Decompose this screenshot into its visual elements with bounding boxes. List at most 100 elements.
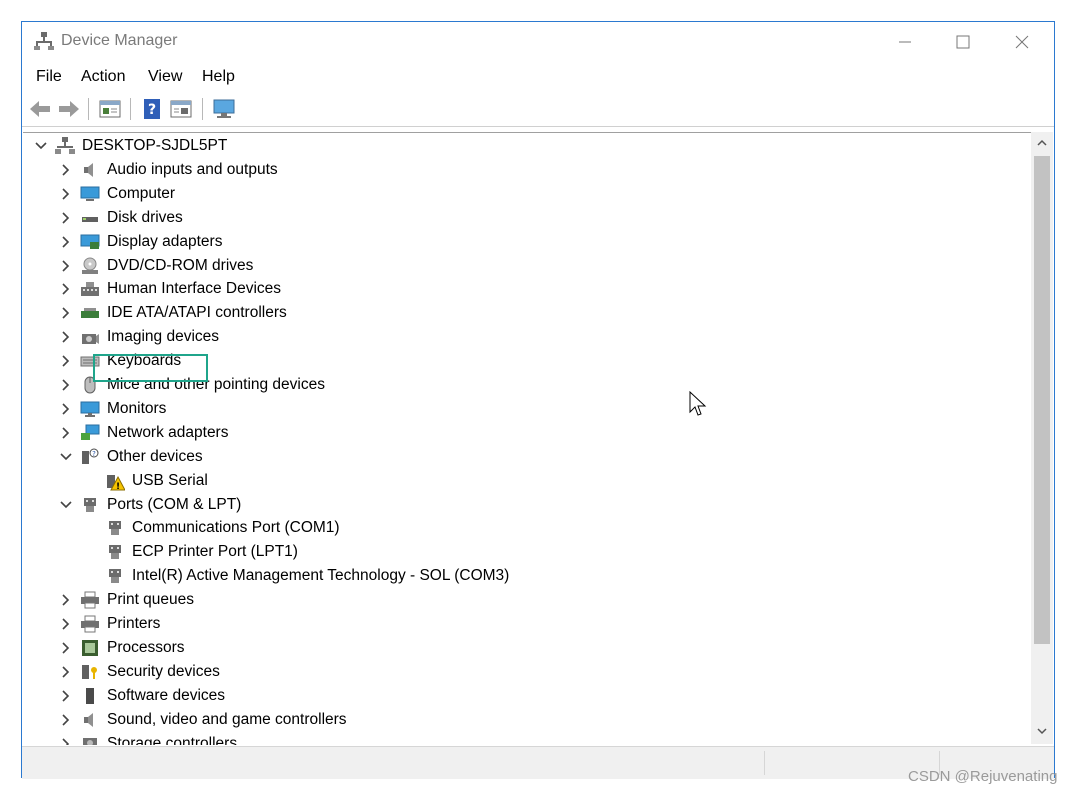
tree-row[interactable]: Imaging devices [23,325,1023,349]
collapsed-chevron-icon[interactable] [59,665,73,679]
device-manager-app-icon [34,32,54,50]
tree-row[interactable]: Monitors [23,397,1023,421]
tree-row[interactable]: Printers [23,612,1023,636]
printer-icon [81,591,99,609]
collapsed-chevron-icon[interactable] [59,617,73,631]
display-adapter-icon [80,234,100,249]
menu-help[interactable]: Help [202,68,235,86]
back-arrow-icon[interactable] [28,98,52,120]
tree-row-label: IDE ATA/ATAPI controllers [107,304,287,322]
collapsed-chevron-icon[interactable] [59,235,73,249]
tree-row[interactable]: Audio inputs and outputs [23,158,1023,182]
collapsed-chevron-icon[interactable] [59,282,73,296]
tree-row[interactable]: Ports (COM & LPT) [23,493,1023,517]
collapsed-chevron-icon[interactable] [59,306,73,320]
monitor-icon[interactable] [212,98,236,120]
tree-row-label: Network adapters [107,423,229,441]
menu-bar: File Action View Help [22,62,1054,90]
collapsed-chevron-icon[interactable] [59,330,73,344]
tree-row[interactable]: Processors [23,636,1023,660]
menu-view[interactable]: View [148,68,182,86]
tree-row[interactable]: ECP Printer Port (LPT1) [23,540,1023,564]
watermark: CSDN @Rejuvenating [908,768,1058,785]
tree-row[interactable]: IDE ATA/ATAPI controllers [23,301,1023,325]
collapsed-chevron-icon[interactable] [59,593,73,607]
update-icon[interactable] [169,98,193,120]
tree-row[interactable]: Display adapters [23,230,1023,254]
maximize-button[interactable] [934,22,992,62]
storage-icon [83,737,97,745]
port-icon [84,497,96,512]
expanded-chevron-icon[interactable] [59,450,73,464]
collapsed-chevron-icon[interactable] [59,187,73,201]
tree-row[interactable]: DVD/CD-ROM drives [23,254,1023,278]
tree-row[interactable]: DESKTOP-SJDL5PT [23,134,1023,158]
close-button[interactable] [993,22,1051,62]
title-bar[interactable]: Device Manager [22,22,1054,62]
minimize-icon [899,41,911,43]
tree-row-label: DVD/CD-ROM drives [107,256,254,274]
collapsed-chevron-icon[interactable] [59,641,73,655]
collapsed-chevron-icon[interactable] [59,713,73,727]
tree-row[interactable]: Security devices [23,660,1023,684]
mouse-cursor-icon [689,391,707,416]
security-icon [82,664,97,679]
tree-row-label: Disk drives [107,208,183,226]
scroll-up-icon[interactable] [1036,138,1048,148]
tree-row-label: Human Interface Devices [107,280,282,298]
properties-icon[interactable] [98,98,122,120]
pc-icon [55,137,75,154]
scrollbar-thumb[interactable] [1034,156,1050,644]
collapsed-chevron-icon[interactable] [59,211,73,225]
collapsed-chevron-icon[interactable] [59,402,73,416]
computer-icon [80,186,100,201]
help-icon[interactable]: ? [140,98,164,120]
tree-row[interactable]: Computer [23,182,1023,206]
highlight-box [93,354,208,382]
menu-action[interactable]: Action [81,68,125,86]
svg-text:?: ? [148,102,156,118]
warning-device-icon: ! [107,474,125,491]
port-icon [109,569,121,584]
tree-row[interactable]: Communications Port (COM1) [23,516,1023,540]
processor-icon [82,639,98,656]
collapsed-chevron-icon[interactable] [59,426,73,440]
tree-row-label: Audio inputs and outputs [107,160,278,178]
tree-row[interactable]: Storage controllers [23,732,1023,746]
tree-row-label: Display adapters [107,232,223,250]
tree-row-label: USB Serial [132,471,208,489]
tree-row[interactable]: Human Interface Devices [23,277,1023,301]
tree-row[interactable]: ! USB Serial [23,469,1023,493]
dvd-icon [82,257,98,274]
tree-row[interactable]: Print queues [23,588,1023,612]
monitor-icon [80,401,100,417]
forward-arrow-icon[interactable] [57,98,81,120]
vertical-scrollbar[interactable] [1031,132,1053,744]
collapsed-chevron-icon[interactable] [59,163,73,177]
scroll-down-icon[interactable] [1036,726,1048,736]
port-icon [109,545,121,560]
other-devices-icon: ? [82,448,99,464]
tree-row[interactable]: Network adapters [23,421,1023,445]
maximize-icon [956,35,970,49]
collapsed-chevron-icon[interactable] [59,354,73,368]
expanded-chevron-icon[interactable] [59,498,73,512]
software-icon [86,687,94,704]
tree-row[interactable]: Sound, video and game controllers [23,708,1023,732]
device-tree[interactable]: DESKTOP-SJDL5PT Audio inputs and outputs C… [23,132,1031,745]
expanded-chevron-icon[interactable] [34,139,48,153]
minimize-button[interactable] [876,22,934,62]
collapsed-chevron-icon[interactable] [59,737,73,746]
collapsed-chevron-icon[interactable] [59,259,73,273]
tree-row[interactable]: Software devices [23,684,1023,708]
port-icon [109,521,121,536]
tree-row-label: Print queues [107,591,195,609]
tree-row[interactable]: Disk drives [23,206,1023,230]
tree-row[interactable]: ? Other devices [23,445,1023,469]
collapsed-chevron-icon[interactable] [59,378,73,392]
tree-row[interactable]: Intel(R) Active Management Technology - … [23,564,1023,588]
speaker-icon [84,162,93,177]
collapsed-chevron-icon[interactable] [59,689,73,703]
speaker-icon [84,712,93,727]
menu-file[interactable]: File [36,68,62,86]
